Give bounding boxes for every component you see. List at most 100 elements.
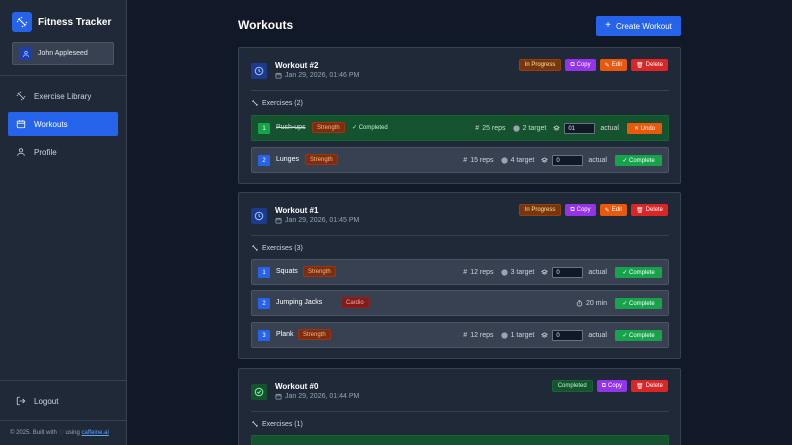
sidebar-divider bbox=[0, 420, 127, 421]
workout-title: Workout #2 bbox=[275, 61, 319, 70]
create-workout-button[interactable]: + Create Workout bbox=[596, 16, 681, 36]
trash-icon: 🗑 bbox=[636, 383, 644, 390]
target: 1 target bbox=[500, 332, 535, 339]
footer: © 2025. Built with ♡ using caffeine.ai bbox=[10, 429, 109, 436]
copy-button[interactable]: ⧉ Copy bbox=[565, 204, 596, 216]
logout-icon bbox=[16, 396, 26, 406]
duration: 20 min bbox=[576, 300, 607, 307]
exercises-header: Exercises (3) bbox=[251, 244, 303, 252]
exercise-row bbox=[251, 435, 669, 445]
target: 3 target bbox=[500, 269, 535, 276]
copy-button[interactable]: ⧉ Copy bbox=[596, 380, 628, 392]
page-title: Workouts bbox=[238, 18, 294, 32]
user-card: John Appleseed bbox=[12, 42, 114, 65]
dumbbell-icon bbox=[251, 420, 259, 428]
workout-date-text: Jan 29, 2026, 01:44 PM bbox=[285, 393, 360, 400]
exercise-name: Jumping Jacks bbox=[276, 299, 323, 306]
user-icon bbox=[16, 147, 26, 157]
category-tag: Strength bbox=[312, 122, 345, 133]
status-badge: In Progress bbox=[518, 204, 562, 216]
app-title: Fitness Tracker bbox=[38, 16, 112, 28]
workout-card: Workout #2 Jan 29, 2026, 01:46 PM In Pro… bbox=[238, 47, 681, 184]
brand: Fitness Tracker bbox=[0, 2, 126, 42]
delete-button[interactable]: 🗑 Delete bbox=[631, 380, 668, 392]
exercise-name: Squats bbox=[276, 268, 298, 275]
target: 4 target bbox=[500, 157, 534, 164]
copy-icon: ⧉ bbox=[570, 61, 575, 68]
sidebar-item-workouts[interactable]: Workouts bbox=[8, 112, 118, 136]
edit-label: Edit bbox=[611, 207, 623, 213]
actual-input[interactable]: 0 bbox=[552, 267, 584, 278]
exercise-row: 1 Squats Strength #12 reps 3 target 0 ac… bbox=[251, 259, 669, 285]
delete-button[interactable]: 🗑 Delete bbox=[631, 59, 668, 71]
dumbbell-icon bbox=[16, 91, 26, 101]
workout-date: Jan 29, 2026, 01:45 PM bbox=[275, 217, 359, 224]
workout-actions: Completed ⧉ Copy 🗑 Delete bbox=[551, 380, 668, 392]
exercises-count: Exercises (2) bbox=[262, 99, 303, 107]
reps: #12 reps bbox=[463, 332, 493, 339]
edit-button[interactable]: ✎ Edit bbox=[599, 59, 628, 71]
exercise-row: 2 Lunges Strength #15 reps 4 target 0 ac… bbox=[251, 147, 669, 173]
card-divider bbox=[251, 90, 669, 91]
delete-label: Delete bbox=[645, 383, 663, 389]
exercise-row: 1 Push-ups Strength ✓ Completed #25 reps… bbox=[251, 115, 669, 141]
category-tag: Cardio bbox=[341, 297, 369, 308]
sidebar: Fitness Tracker John Appleseed Exercise … bbox=[0, 0, 127, 445]
layers-icon bbox=[541, 269, 549, 276]
complete-button[interactable]: ✓ Complete bbox=[615, 330, 662, 341]
complete-button[interactable]: ✓ Complete bbox=[615, 267, 662, 278]
exercise-name: Push-ups bbox=[276, 124, 306, 131]
clock-icon bbox=[251, 63, 267, 79]
complete-button[interactable]: ✓ Complete bbox=[615, 298, 662, 309]
delete-button[interactable]: 🗑 Delete bbox=[631, 204, 668, 216]
calendar-icon bbox=[16, 119, 26, 129]
actual-input[interactable]: 0 bbox=[552, 155, 584, 166]
actual-input[interactable]: 01 bbox=[564, 123, 596, 134]
calendar-icon bbox=[275, 72, 282, 79]
status-badge: In Progress bbox=[518, 59, 562, 71]
sidebar-nav: Exercise Library Workouts Profile bbox=[8, 84, 118, 168]
target-value: 1 target bbox=[510, 332, 535, 339]
logout-button[interactable]: Logout bbox=[8, 392, 118, 410]
workout-date: Jan 29, 2026, 01:44 PM bbox=[275, 393, 359, 400]
hash-icon: # bbox=[463, 269, 468, 276]
sidebar-item-profile[interactable]: Profile bbox=[8, 140, 118, 164]
edit-button[interactable]: ✎ Edit bbox=[599, 204, 628, 216]
target-value: 3 target bbox=[510, 269, 535, 276]
workout-actions: In Progress ⧉ Copy ✎ Edit 🗑 Delete bbox=[518, 204, 668, 216]
copy-label: Copy bbox=[576, 62, 591, 68]
layers-icon bbox=[541, 332, 549, 339]
copy-icon: ⧉ bbox=[570, 206, 575, 213]
exercises-header: Exercises (2) bbox=[251, 99, 303, 107]
completed-label: ✓ Completed bbox=[352, 125, 388, 131]
delete-label: Delete bbox=[645, 207, 663, 213]
sidebar-item-exercise-library[interactable]: Exercise Library bbox=[8, 84, 118, 108]
exercise-metrics: #12 reps 1 target 0 actual ✓ Complete bbox=[456, 329, 662, 342]
complete-button[interactable]: ✓ Complete bbox=[615, 155, 662, 166]
exercise-number: 1 bbox=[258, 123, 270, 134]
exercise-name: Plank bbox=[276, 331, 294, 338]
exercise-number: 3 bbox=[258, 330, 270, 341]
sidebar-divider bbox=[0, 380, 127, 381]
delete-label: Delete bbox=[645, 62, 663, 68]
exercise-row: 2 Jumping Jacks Cardio 20 min ✓ Complete bbox=[251, 290, 669, 316]
trash-icon: 🗑 bbox=[636, 62, 644, 69]
reps-value: 12 reps bbox=[470, 269, 494, 276]
reps-value: 12 reps bbox=[470, 332, 494, 339]
exercise-number: 1 bbox=[258, 267, 270, 278]
copy-button[interactable]: ⧉ Copy bbox=[565, 59, 596, 71]
card-divider bbox=[251, 235, 669, 236]
workout-title: Workout #1 bbox=[275, 206, 319, 215]
layers-icon bbox=[541, 157, 549, 164]
clock-icon bbox=[251, 208, 267, 224]
reps: #12 reps bbox=[463, 269, 493, 276]
footer-link[interactable]: caffeine.ai bbox=[82, 430, 109, 436]
heart-icon: ♡ bbox=[58, 430, 64, 436]
duration-value: 20 min bbox=[585, 300, 607, 307]
user-name: John Appleseed bbox=[38, 50, 88, 57]
actual-label: actual bbox=[588, 269, 607, 276]
check-circle-icon bbox=[251, 384, 267, 400]
actual-input[interactable]: 0 bbox=[552, 330, 584, 341]
target-icon bbox=[512, 125, 520, 132]
undo-button[interactable]: ✕ Undo bbox=[627, 123, 662, 134]
